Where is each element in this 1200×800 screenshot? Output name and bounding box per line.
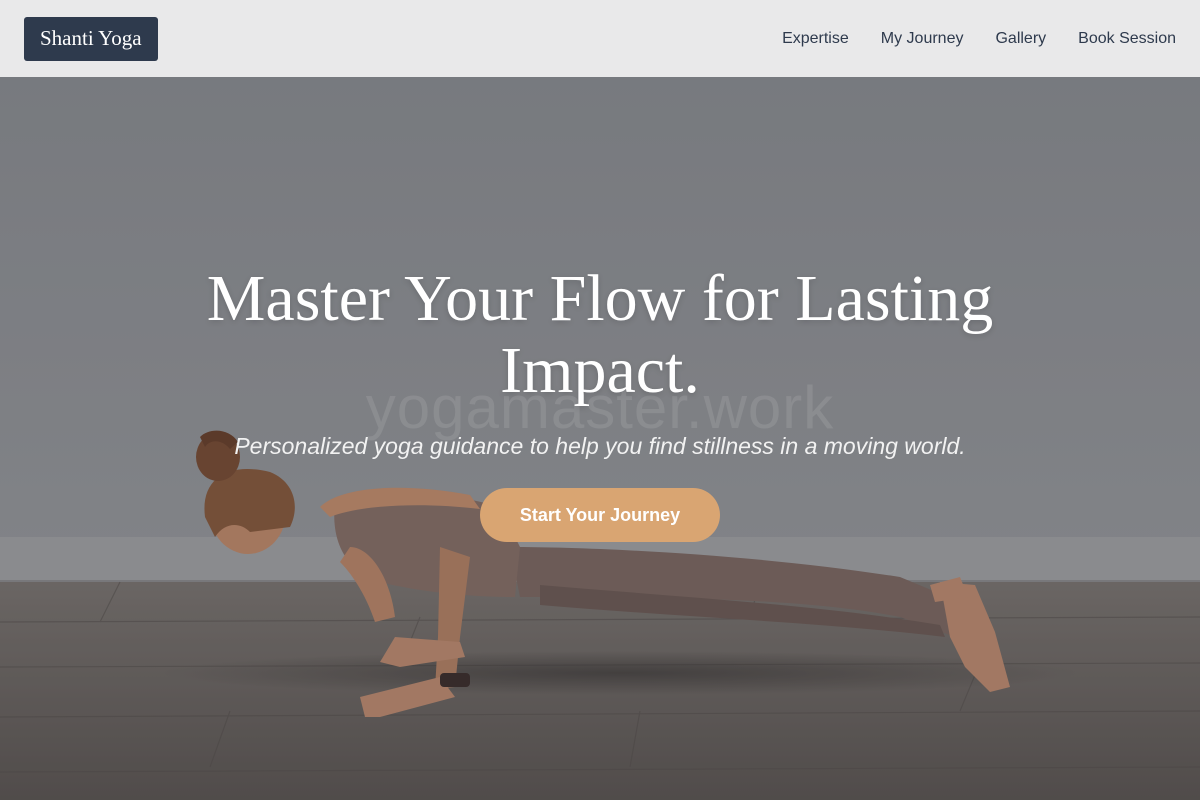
hero-subtitle: Personalized yoga guidance to help you f…	[234, 433, 966, 459]
nav-link-expertise[interactable]: Expertise	[782, 30, 849, 48]
hero-title: Master Your Flow for Lasting Impact.	[206, 262, 994, 407]
hero-content: Master Your Flow for Lasting Impact. Per…	[0, 263, 1200, 542]
main-nav: Expertise My Journey Gallery Book Sessio…	[782, 30, 1176, 48]
nav-link-my-journey[interactable]: My Journey	[881, 30, 964, 48]
nav-link-book-session[interactable]: Book Session	[1078, 30, 1176, 48]
start-journey-button[interactable]: Start Your Journey	[479, 488, 721, 542]
hero-section: yogamaster.work Master Your Flow for Las…	[0, 77, 1200, 800]
nav-link-gallery[interactable]: Gallery	[995, 30, 1046, 48]
brand-logo-button[interactable]: Shanti Yoga	[24, 16, 158, 61]
site-header: Shanti Yoga Expertise My Journey Gallery…	[0, 0, 1200, 77]
